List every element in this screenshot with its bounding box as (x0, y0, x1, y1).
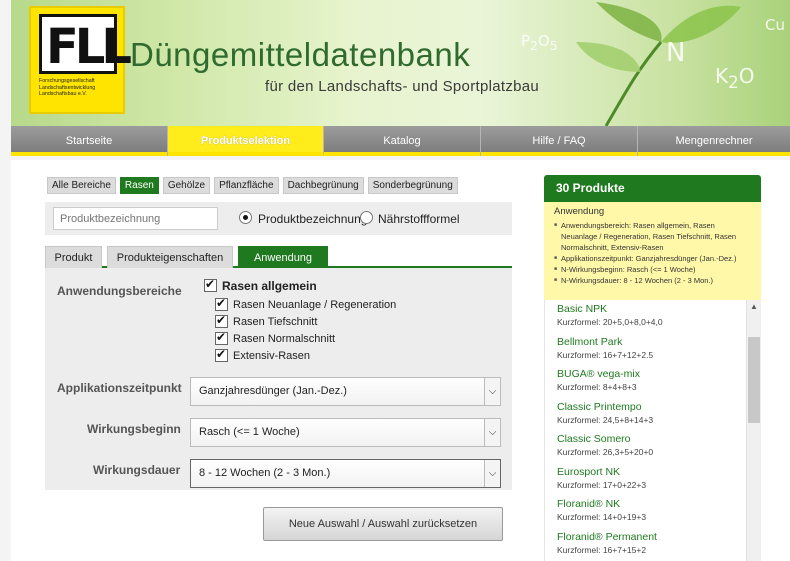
product-item[interactable]: Floranid® NK Kurzformel: 14+0+19+3 (545, 495, 761, 528)
product-list-scrollbar[interactable]: ▲ (746, 300, 761, 561)
product-item[interactable]: BUGA® vega-mix Kurzformel: 8+4+8+3 (545, 365, 761, 398)
category-pflanzflaeche[interactable]: Pflanzfläche (214, 177, 279, 194)
anwendungsbereiche-label: Anwendungsbereiche (57, 284, 182, 298)
category-sonderbegruenung[interactable]: Sonderbegrünung (367, 177, 458, 194)
chevron-down-icon[interactable]: ⌵ (484, 419, 500, 446)
reset-selection-button[interactable]: Neue Auswahl / Auswahl zurücksetzen (263, 507, 503, 541)
radio-naehrstoffformel-label[interactable]: Nährstoffformel (378, 212, 460, 226)
checkbox-extensiv-rasen[interactable] (215, 347, 228, 362)
product-item[interactable]: Classic Somero Kurzformel: 26,3+5+20+0 (545, 430, 761, 463)
logo-letters: FLL (46, 19, 132, 75)
product-formula: Kurzformel: 17+0+22+3 (557, 479, 647, 490)
checkbox-rasen-normalschnitt[interactable] (215, 330, 228, 345)
results-panel: 30 Produkte Anwendung Anwendungsbereich:… (544, 175, 761, 561)
product-formula: Kurzformel: 14+0+19+3 (557, 512, 647, 522)
logo-text: Forschungsgesellschaft Landschaftsentwic… (39, 78, 119, 98)
product-formula: Kurzformel: 26,3+5+20+0 (557, 447, 654, 457)
product-formula: Kurzformel: 16+7+12+2.5 (557, 349, 654, 360)
product-name[interactable]: Basic NPK (557, 303, 761, 315)
main-nav: Startseite Produktselektion Katalog Hilf… (11, 126, 790, 156)
nav-produktselektion[interactable]: Produktselektion (168, 126, 324, 156)
logo-mark: FLL (39, 14, 132, 75)
checkbox-rasen-tiefschnitt[interactable] (215, 313, 228, 328)
rasen-neuanlage-label[interactable]: Rasen Neuanlage / Regeneration (233, 299, 396, 311)
tab-anwendung[interactable]: Anwendung (238, 246, 328, 268)
wirkungsbeginn-value: Rasch (<= 1 Woche) (199, 426, 300, 438)
tab-produkt[interactable]: Produkt (45, 246, 102, 268)
applikationszeitpunkt-select[interactable]: Ganzjahresdünger (Jan.-Dez.) ⌵ (190, 377, 501, 406)
fll-logo[interactable]: FLL Forschungsgesellschaft Landschaftsen… (29, 6, 132, 114)
wirkungsbeginn-label: Wirkungsbeginn (87, 422, 181, 436)
product-item[interactable]: Floranid® Permanent Kurzformel: 16+7+15+… (545, 528, 761, 561)
search-input[interactable] (53, 207, 218, 230)
nav-mengenrechner[interactable]: Mengenrechner (638, 126, 790, 156)
tab-produkteigenschaften[interactable]: Produkteigenschaften (107, 246, 233, 268)
radio-produktbezeichnung[interactable] (239, 211, 252, 224)
product-name[interactable]: Eurosport NK (557, 466, 761, 478)
tab-bar: Produkt Produkteigenschaften Anwendung (45, 246, 512, 268)
product-formula: Kurzformel: 8+4+8+3 (557, 382, 637, 392)
chevron-down-icon[interactable]: ⌵ (484, 460, 500, 487)
wirkungsbeginn-select[interactable]: Rasch (<= 1 Woche) ⌵ (190, 418, 501, 447)
nav-katalog[interactable]: Katalog (324, 126, 481, 156)
results-count: 30 Produkte (544, 175, 761, 202)
chem-k2o: K2O (715, 64, 755, 92)
category-gehoelze[interactable]: Gehölze (162, 177, 211, 194)
wirkungsdauer-value: 8 - 12 Wochen (2 - 3 Mon.) (199, 467, 331, 479)
anwendung-panel: Anwendungsbereiche Rasen allgemein Rasen… (45, 268, 512, 490)
main-content: Alle Bereiche Rasen Gehölze Pflanzfläche… (11, 160, 790, 561)
category-dachbegruenung[interactable]: Dachbegrünung (282, 177, 364, 194)
product-name[interactable]: Floranid® NK (557, 498, 761, 510)
category-rasen[interactable]: Rasen (119, 177, 159, 194)
chem-cu: Cu (765, 16, 785, 34)
applikationszeitpunkt-label: Applikationszeitpunkt (57, 381, 182, 395)
product-item[interactable]: Basic NPK Kurzformel: 20+5,0+8,0+4,0 (545, 300, 761, 333)
product-name[interactable]: Bellmont Park (557, 336, 761, 348)
product-list: Basic NPK Kurzformel: 20+5,0+8,0+4,0 Bel… (544, 300, 761, 561)
site-header: FLL Forschungsgesellschaft Landschaftsen… (11, 0, 790, 126)
product-name[interactable]: BUGA® vega-mix (557, 368, 761, 380)
filter-item: N-Wirkungsdauer: 8 - 12 Wochen (2 - 3 Mo… (554, 275, 751, 286)
applikationszeitpunkt-value: Ganzjahresdünger (Jan.-Dez.) (199, 385, 347, 397)
nav-startseite[interactable]: Startseite (11, 126, 168, 156)
checkbox-rasen-neuanlage[interactable] (215, 296, 228, 311)
category-alle-bereiche[interactable]: Alle Bereiche (47, 177, 116, 194)
nav-hilfe-faq[interactable]: Hilfe / FAQ (481, 126, 638, 156)
category-filter-bar: Alle Bereiche Rasen Gehölze Pflanzfläche… (47, 177, 458, 194)
wirkungsdauer-label: Wirkungsdauer (93, 463, 181, 477)
product-name[interactable]: Floranid® Permanent (557, 531, 761, 543)
scroll-up-icon[interactable]: ▲ (747, 300, 761, 314)
logo-line: Landschaftsbau e.V. (39, 91, 87, 97)
chem-p2o5: P2O5 (521, 32, 558, 53)
radio-naehrstoffformel[interactable] (360, 211, 373, 224)
product-item[interactable]: Classic Printempo Kurzformel: 24,5+8+14+… (545, 398, 761, 431)
checkbox-rasen-allgemein[interactable] (204, 277, 217, 292)
product-item[interactable]: Eurosport NK Kurzformel: 17+0+22+3 (545, 463, 761, 496)
chevron-down-icon[interactable]: ⌵ (484, 378, 500, 405)
site-title: Düngemitteldatenbank (130, 36, 471, 73)
wirkungsdauer-select[interactable]: 8 - 12 Wochen (2 - 3 Mon.) ⌵ (190, 459, 501, 488)
filter-item: Anwendungsbereich: Rasen allgemein, Rase… (554, 220, 751, 253)
rasen-tiefschnitt-label[interactable]: Rasen Tiefschnitt (233, 316, 317, 328)
filter-item: Applikationszeitpunkt: Ganzjahresdünger … (554, 253, 751, 264)
product-name[interactable]: Classic Printempo (557, 401, 761, 413)
rasen-allgemein-label[interactable]: Rasen allgemein (222, 279, 317, 293)
product-formula: Kurzformel: 24,5+8+14+3 (557, 414, 654, 425)
product-formula: Kurzformel: 16+7+15+2 (557, 544, 647, 555)
active-filters: Anwendung Anwendungsbereich: Rasen allge… (544, 202, 761, 300)
filter-item: N-Wirkungsbeginn: Rasch (<= 1 Woche) (554, 264, 751, 275)
site-subtitle: für den Landschafts- und Sportplatzbau (265, 78, 540, 95)
rasen-normalschnitt-label[interactable]: Rasen Normalschnitt (233, 333, 335, 345)
product-formula: Kurzformel: 20+5,0+8,0+4,0 (557, 317, 663, 327)
product-name[interactable]: Classic Somero (557, 433, 761, 445)
search-row: Produktbezeichnung Nährstoffformel (45, 202, 512, 235)
scroll-thumb[interactable] (748, 337, 760, 423)
chem-n: N (666, 38, 686, 68)
radio-produktbezeichnung-label[interactable]: Produktbezeichnung (258, 212, 367, 226)
product-item[interactable]: Bellmont Park Kurzformel: 16+7+12+2.5 (545, 333, 761, 366)
filters-title: Anwendung (554, 206, 605, 217)
extensiv-rasen-label[interactable]: Extensiv-Rasen (233, 350, 310, 362)
